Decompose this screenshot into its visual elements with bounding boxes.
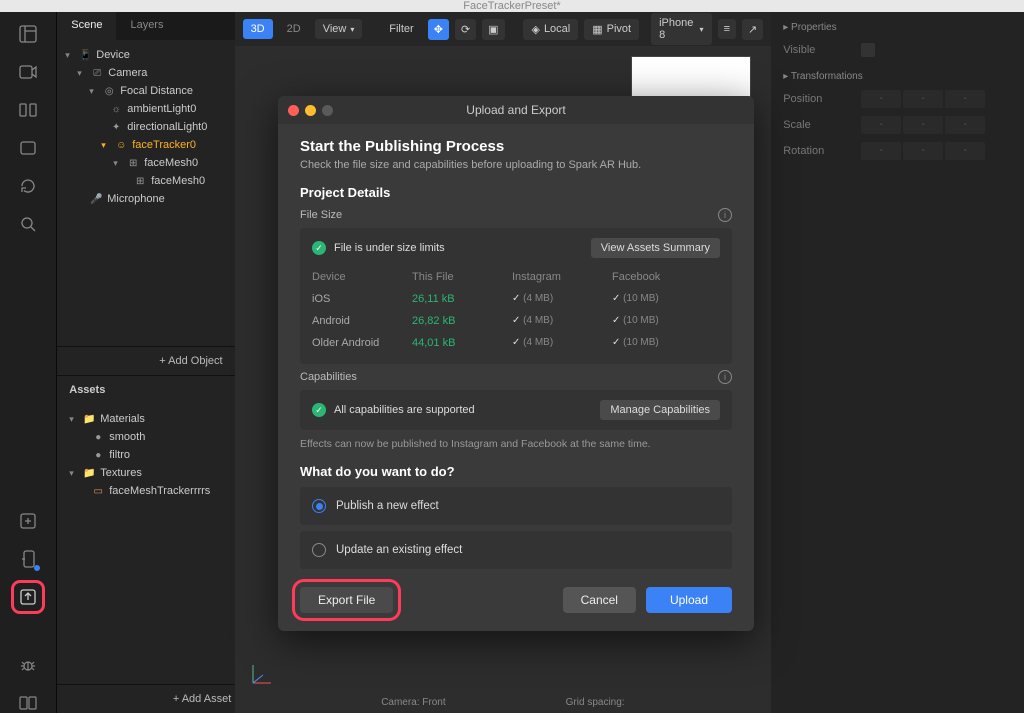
device-test-icon[interactable] [18,549,38,569]
radio-icon [312,499,326,513]
panel-icon[interactable] [18,138,38,158]
list-icon[interactable]: ≡ [718,19,736,39]
status-camera: Camera: Front [381,697,445,711]
size-table: DeviceThis FileInstagramFacebook iOS26,1… [312,266,720,354]
status-grid: Grid spacing: [566,697,625,711]
prop-position: Position--- [783,90,1012,108]
refresh-icon[interactable] [18,176,38,196]
popout-icon[interactable]: ↗ [742,19,763,40]
tree-device[interactable]: ▾📱Device [57,46,234,64]
filesize-label: File Size [300,209,342,221]
project-details-heading: Project Details [300,185,732,200]
tree-microphone[interactable]: 🎤Microphone [57,190,234,208]
modal-titlebar: Upload and Export [278,96,754,124]
window-titlebar: FaceTrackerPreset* [0,0,1024,12]
assets-panel: Assets ▾📁Materials ●smooth ●filtro ▾📁Tex… [57,375,234,713]
columns-icon[interactable] [18,100,38,120]
transformations-heading: ▸ Transformations [783,71,1012,82]
info-icon[interactable]: i [718,208,732,222]
under-limits-text: File is under size limits [334,242,445,254]
library-icon[interactable] [18,693,38,713]
assets-textures[interactable]: ▾📁Textures [57,464,234,482]
search-icon[interactable] [18,214,38,234]
properties-heading: ▸ Properties [783,22,1012,33]
upload-export-modal: Upload and Export Start the Publishing P… [278,96,754,631]
publish-note: Effects can now be published to Instagra… [300,438,732,450]
properties-panel: ▸ Properties Visible ▸ Transformations P… [771,12,1024,713]
modal-heading: Start the Publishing Process [300,138,732,155]
tree-focal[interactable]: ▾◎Focal Distance [57,82,234,100]
prop-scale: Scale--- [783,116,1012,134]
local-button[interactable]: ◈ Local [523,19,578,40]
export-file-button[interactable]: Export File [300,587,393,613]
check-icon: ✓ [312,403,326,417]
capabilities-card: ✓ All capabilities are supported Manage … [300,390,732,430]
assets-materials[interactable]: ▾📁Materials [57,410,234,428]
axis-gizmo [247,659,277,689]
asset-filtro[interactable]: ●filtro [57,446,234,464]
scene-tree: ▾📱Device ▾⎚Camera ▾◎Focal Distance ☼ambi… [57,40,234,346]
video-icon[interactable] [18,62,38,82]
upload-button[interactable]: Upload [646,587,732,613]
viewport-toolbar: 3D 2D View ▾ Filter ✥ ⟳ ▣ ◈ Local ▦ Pivo… [235,12,772,46]
manage-capabilities-button[interactable]: Manage Capabilities [600,400,720,420]
scene-panel: Scene Layers ▾📱Device ▾⎚Camera ▾◎Focal D… [57,12,234,713]
tree-facemesh-a[interactable]: ▾⊞faceMesh0 [57,154,234,172]
bug-icon[interactable] [18,655,38,675]
filesize-card: ✓ File is under size limits View Assets … [300,228,732,364]
option-update-existing[interactable]: Update an existing effect [300,531,732,569]
tree-directional[interactable]: ✦directionalLight0 [57,118,234,136]
prop-rotation: Rotation--- [783,142,1012,160]
tab-layers[interactable]: Layers [116,12,177,40]
table-row: Older Android44,01 kB✓ (4 MB)✓ (10 MB) [312,332,720,354]
device-dropdown[interactable]: iPhone 8 ▾ [651,13,711,45]
mode-3d-button[interactable]: 3D [243,19,273,39]
table-row: iOS26,11 kB✓ (4 MB)✓ (10 MB) [312,288,720,310]
capabilities-text: All capabilities are supported [334,404,475,416]
sync-icon[interactable]: ⟳ [455,19,476,40]
view-dropdown[interactable]: View ▾ [315,19,363,39]
tree-camera[interactable]: ▾⎚Camera [57,64,234,82]
capabilities-label: Capabilities [300,371,357,383]
option-publish-new[interactable]: Publish a new effect [300,487,732,525]
mode-2d-button[interactable]: 2D [279,19,309,39]
tab-scene[interactable]: Scene [57,12,116,40]
modal-title: Upload and Export [278,103,754,117]
prop-visible: Visible [783,43,1012,57]
filter-button[interactable]: Filter [381,19,421,39]
radio-icon [312,543,326,557]
bounds-icon[interactable]: ▣ [482,19,504,40]
asset-smooth[interactable]: ●smooth [57,428,234,446]
cancel-button[interactable]: Cancel [563,587,636,613]
visible-checkbox[interactable] [861,43,875,57]
add-object-button[interactable]: + Add Object [57,346,234,375]
move-tool-icon[interactable]: ✥ [428,19,449,40]
info-icon[interactable]: i [718,370,732,384]
check-icon: ✓ [312,241,326,255]
scene-tabs: Scene Layers [57,12,234,40]
tree-ambient[interactable]: ☼ambientLight0 [57,100,234,118]
assets-heading: Assets [57,376,234,404]
asset-facemeshtex[interactable]: ▭faceMeshTrackerrrrs [57,482,234,500]
modal-subheading: Check the file size and capabilities bef… [300,159,732,171]
layout-icon[interactable] [18,24,38,44]
want-heading: What do you want to do? [300,464,732,479]
status-bar: Camera: Front Grid spacing: [235,695,772,713]
table-row: Android26,82 kB✓ (4 MB)✓ (10 MB) [312,310,720,332]
view-assets-summary-button[interactable]: View Assets Summary [591,238,720,258]
export-icon[interactable] [18,587,38,607]
tree-facemesh-b[interactable]: ⊞faceMesh0 [57,172,234,190]
add-asset-button[interactable]: + Add Asset [57,684,243,713]
left-rail [0,12,57,713]
pivot-button[interactable]: ▦ Pivot [584,19,639,40]
add-panel-icon[interactable] [18,511,38,531]
tree-facetracker[interactable]: ▾☺faceTracker0 [57,136,234,154]
